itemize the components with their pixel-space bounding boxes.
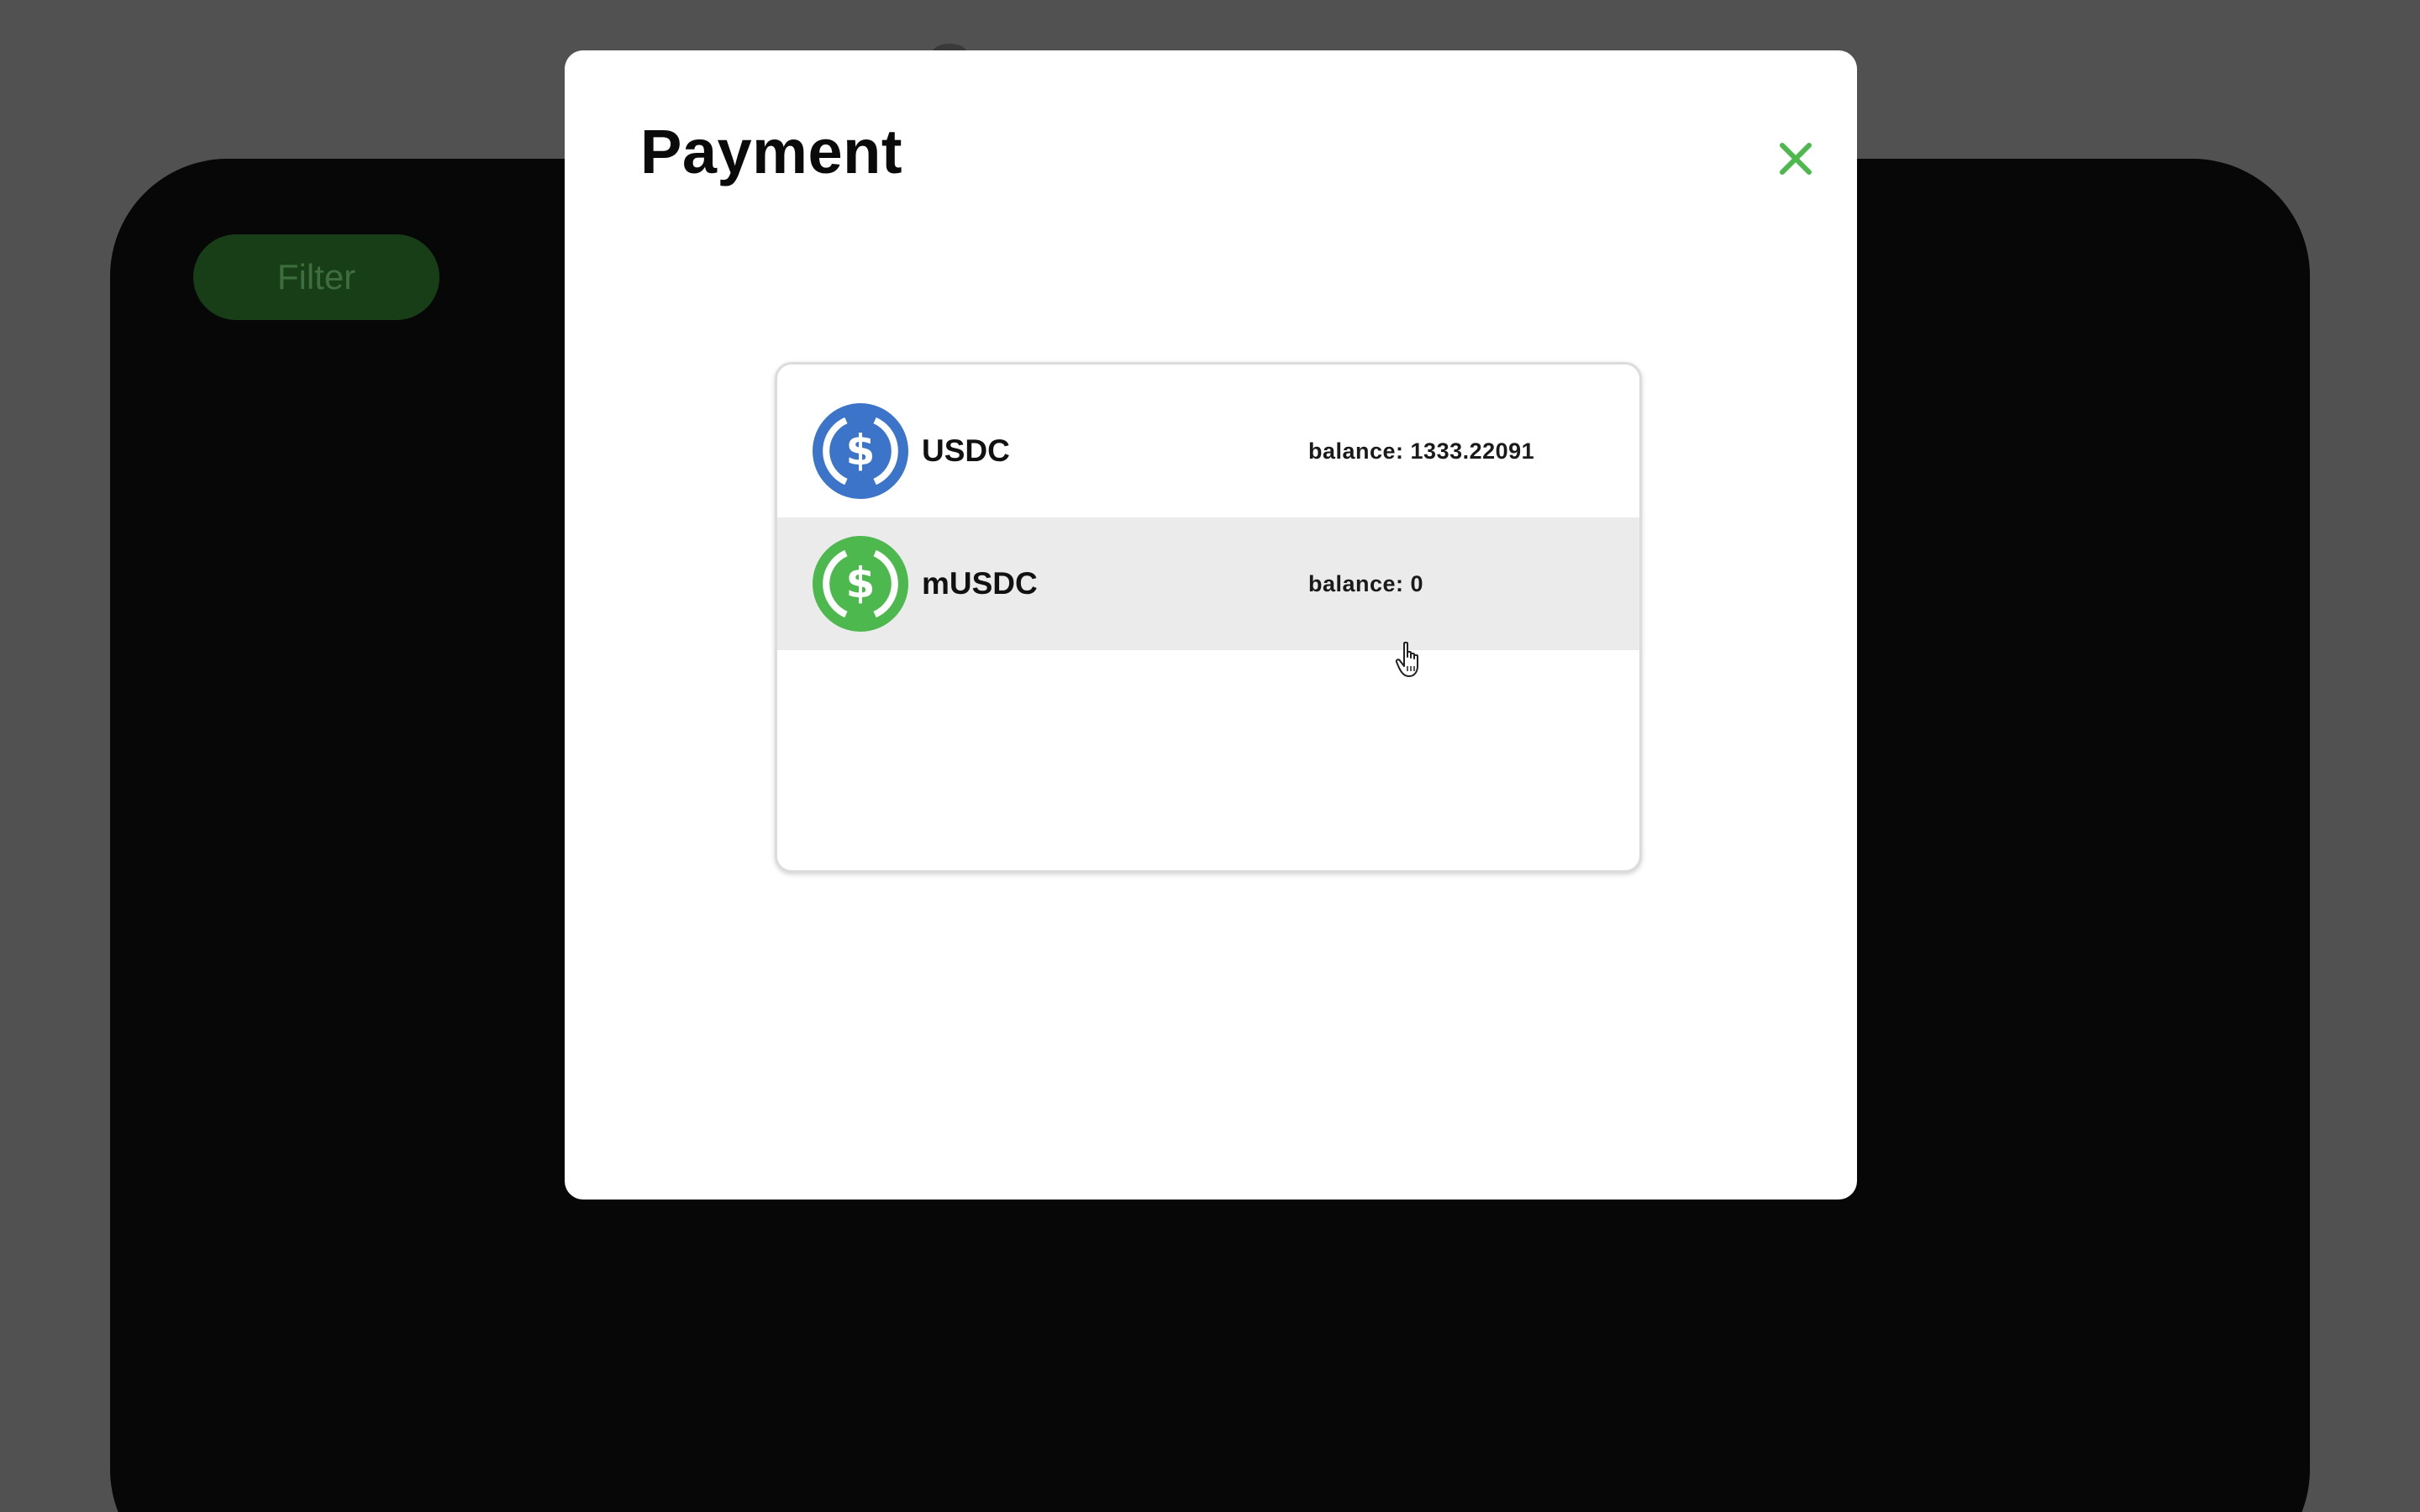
token-balance: balance: 0	[1308, 570, 1424, 596]
svg-text:$: $	[846, 425, 876, 475]
token-name: mUSDC	[922, 566, 1038, 601]
filter-button: Filter	[193, 234, 439, 320]
close-button[interactable]	[1768, 131, 1823, 186]
token-balance: balance: 1333.22091	[1308, 438, 1535, 464]
token-name: USDC	[922, 433, 1010, 468]
token-list: $ USDC balance: 1333.22091 $ mUSDC balan…	[775, 362, 1642, 873]
svg-text:$: $	[846, 558, 876, 607]
close-icon	[1780, 143, 1812, 175]
payment-modal: Payment $ USDC balance: 1333.22091 $ mUS…	[565, 50, 1857, 1200]
modal-title: Payment	[640, 117, 902, 186]
token-row-usdc[interactable]: $ USDC balance: 1333.22091	[777, 385, 1639, 517]
token-row-musdc[interactable]: $ mUSDC balance: 0	[777, 517, 1639, 650]
screen: Filter Payment $ USDC balance: 1333.2209…	[0, 0, 2420, 1512]
musdc-coin-icon: $	[813, 536, 908, 632]
usdc-coin-icon: $	[813, 403, 908, 499]
